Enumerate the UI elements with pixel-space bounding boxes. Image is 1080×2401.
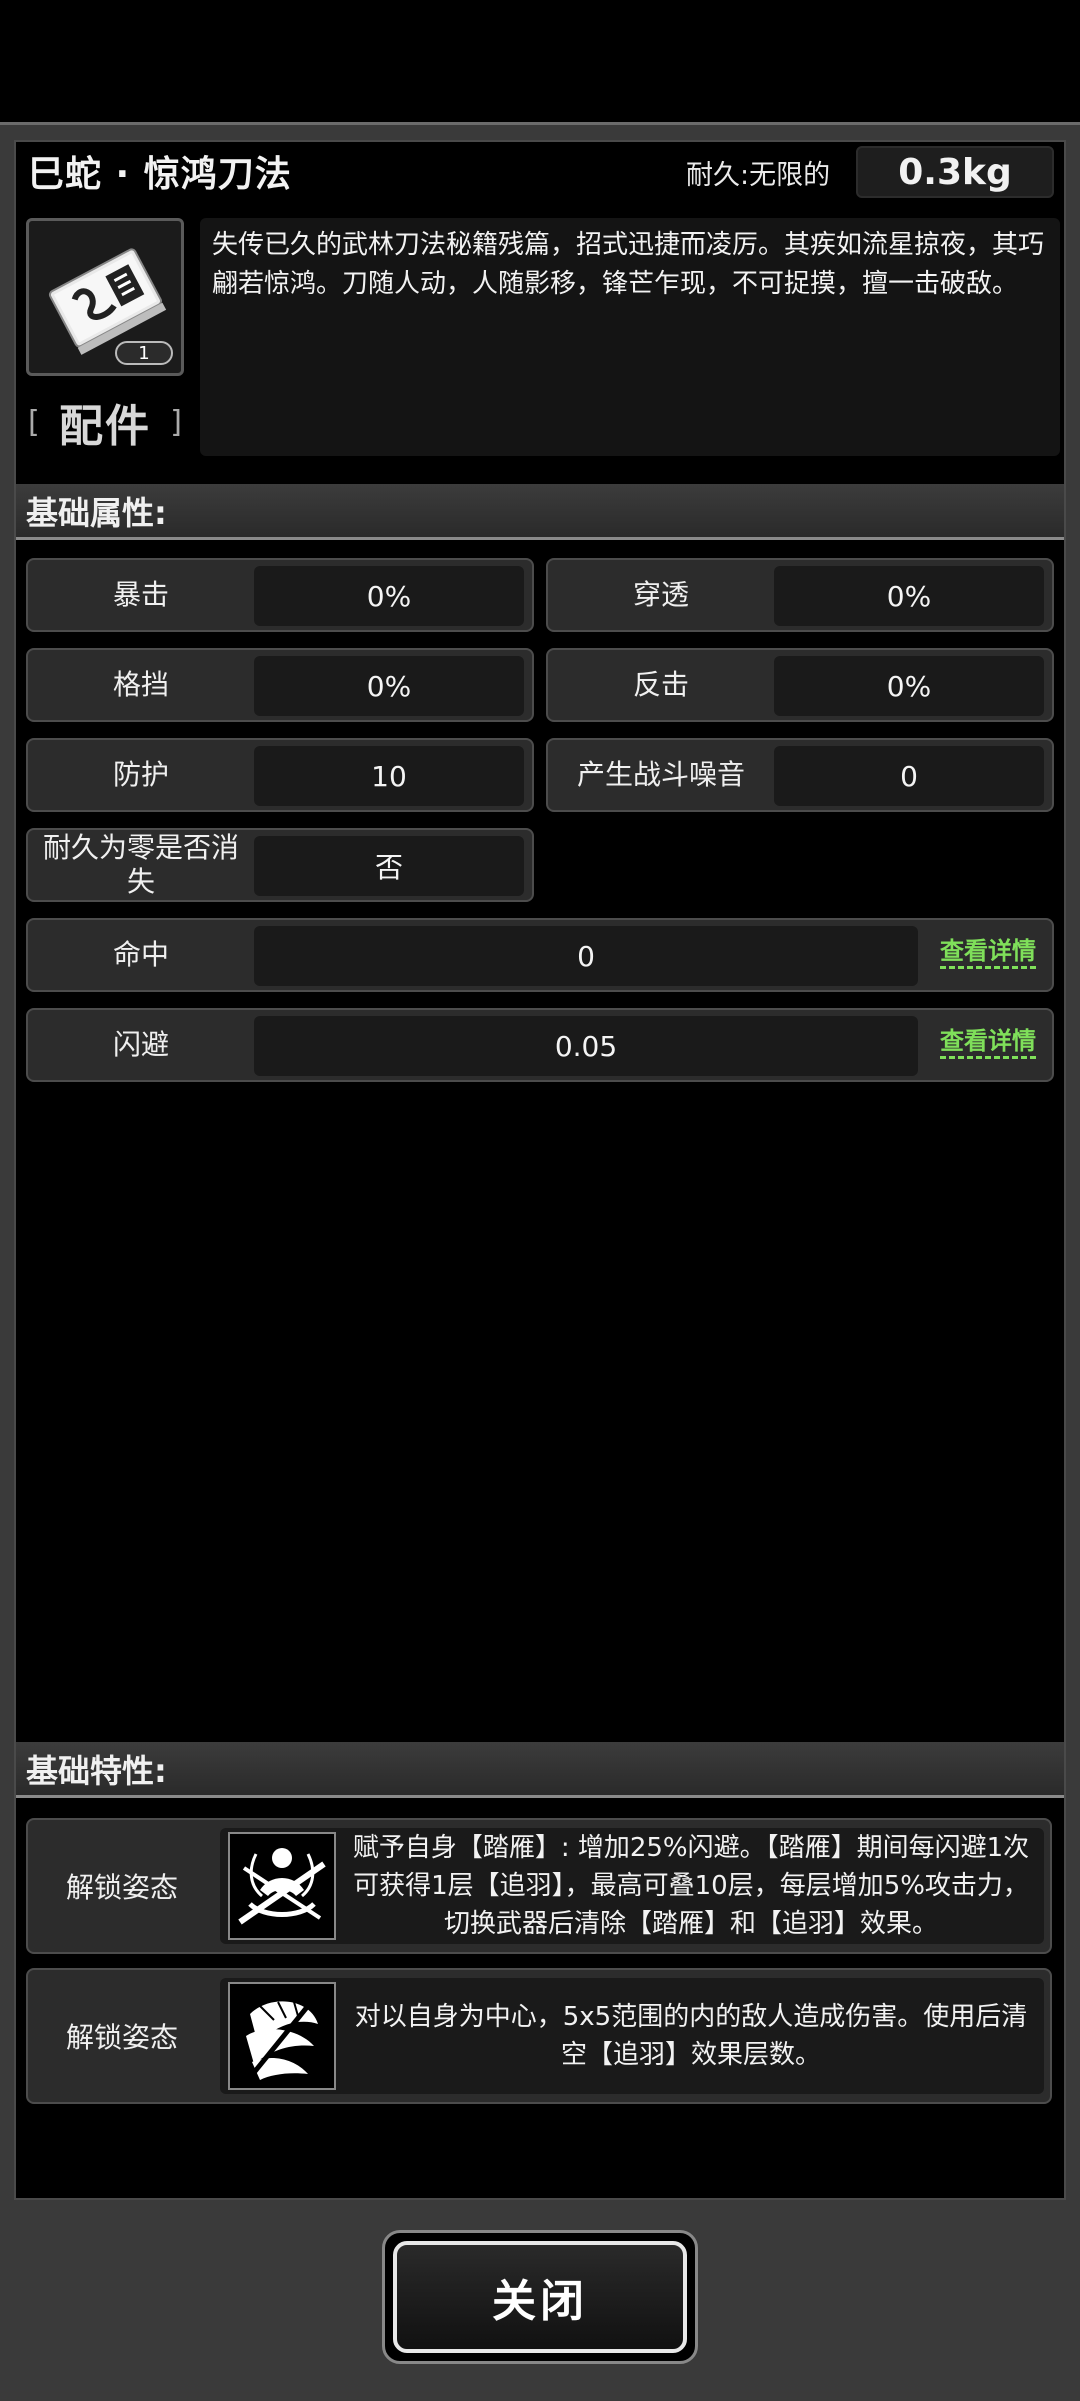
trait-icon-slot — [228, 1832, 336, 1940]
trait-row: 解锁姿态 对以自身为中心，5x5范围的内的敌人造成伤害。使用后清空【追羽】效果层… — [26, 1968, 1052, 2104]
stat-crit: 暴击 0% — [26, 558, 534, 632]
trait-label: 解锁姿态 — [65, 1871, 178, 1904]
stat-hit: 命中 0 查看详情 — [26, 918, 1054, 992]
view-details-link-dodge[interactable]: 查看详情 — [940, 1026, 1036, 1059]
stat-value: 否 — [254, 836, 524, 896]
weight-value: 0.3kg — [856, 146, 1054, 198]
stat-value: 0 — [254, 926, 918, 986]
trait-body: 赋予自身【踏雁】: 增加25%闪避。【踏雁】期间每闪避1次可获得1层【追羽】，最… — [220, 1828, 1044, 1944]
stat-label: 闪避 — [112, 1028, 169, 1061]
stat-combat-noise: 产生战斗噪音 0 — [546, 738, 1054, 812]
stat-protection: 防护 10 — [26, 738, 534, 812]
trait-icon-slot — [228, 1982, 336, 2090]
stance-figure-icon — [238, 1848, 326, 1925]
stat-label: 反击 — [632, 668, 689, 701]
stat-label: 穿透 — [632, 578, 689, 611]
stat-label: 产生战斗噪音 — [576, 758, 745, 791]
stat-penetration: 穿透 0% — [546, 558, 1054, 632]
item-icon-slot: 1 — [26, 218, 184, 376]
trait-row: 解锁姿态 赋予自身【踏雁】: 增加25%闪避。【踏雁】期间每闪避1次可获得1层【… — [26, 1818, 1052, 1954]
trait-description: 对以自身为中心，5x5范围的内的敌人造成伤害。使用后清空【追羽】效果层数。 — [354, 2002, 1028, 2070]
feather-slash-icon — [246, 1994, 318, 2082]
stat-value: 0% — [254, 566, 524, 626]
close-button[interactable]: 关闭 — [382, 2230, 698, 2364]
section-basic-attributes: 基础属性: — [16, 484, 1064, 540]
stat-label: 防护 — [112, 758, 169, 791]
stat-value: 10 — [254, 746, 524, 806]
trait-body: 对以自身为中心，5x5范围的内的敌人造成伤害。使用后清空【追羽】效果层数。 — [220, 1978, 1044, 2094]
durability-label: 耐久:无限的 — [686, 160, 831, 191]
stat-value: 0.05 — [254, 1016, 918, 1076]
stat-value: 0% — [774, 656, 1044, 716]
item-type-label: 配件 — [59, 401, 151, 452]
item-type: [ 配件 ] — [28, 392, 182, 452]
item-description: 失传已久的武林刀法秘籍残篇，招式迅捷而凌厉。其疾如流星掠夜，其巧翩若惊鸿。刀随人… — [200, 218, 1060, 456]
item-count-badge: 1 — [115, 341, 173, 365]
stat-label: 命中 — [112, 938, 169, 971]
section-basic-traits: 基础特性: — [16, 1742, 1064, 1798]
stat-label: 耐久为零是否消失 — [42, 831, 239, 898]
close-button-label: 关闭 — [393, 2241, 687, 2353]
item-type-bracket-close: ] — [170, 404, 182, 440]
stat-value: 0 — [774, 746, 1044, 806]
trait-label: 解锁姿态 — [65, 2021, 178, 2054]
item-type-bracket-open: [ — [28, 404, 40, 440]
stat-value: 0% — [774, 566, 1044, 626]
stat-label: 暴击 — [112, 578, 169, 611]
stat-block: 格挡 0% — [26, 648, 534, 722]
view-details-link-hit[interactable]: 查看详情 — [940, 936, 1036, 969]
stat-label: 格挡 — [112, 668, 169, 701]
stat-value: 0% — [254, 656, 524, 716]
stat-dodge: 闪避 0.05 查看详情 — [26, 1008, 1054, 1082]
stat-counter: 反击 0% — [546, 648, 1054, 722]
trait-description: 赋予自身【踏雁】: 增加25%闪避。【踏雁】期间每闪避1次可获得1层【追羽】，最… — [352, 1833, 1030, 1939]
stat-vanish-on-zero: 耐久为零是否消失 否 — [26, 828, 534, 902]
item-title: 巳蛇 · 惊鸿刀法 — [28, 154, 292, 195]
